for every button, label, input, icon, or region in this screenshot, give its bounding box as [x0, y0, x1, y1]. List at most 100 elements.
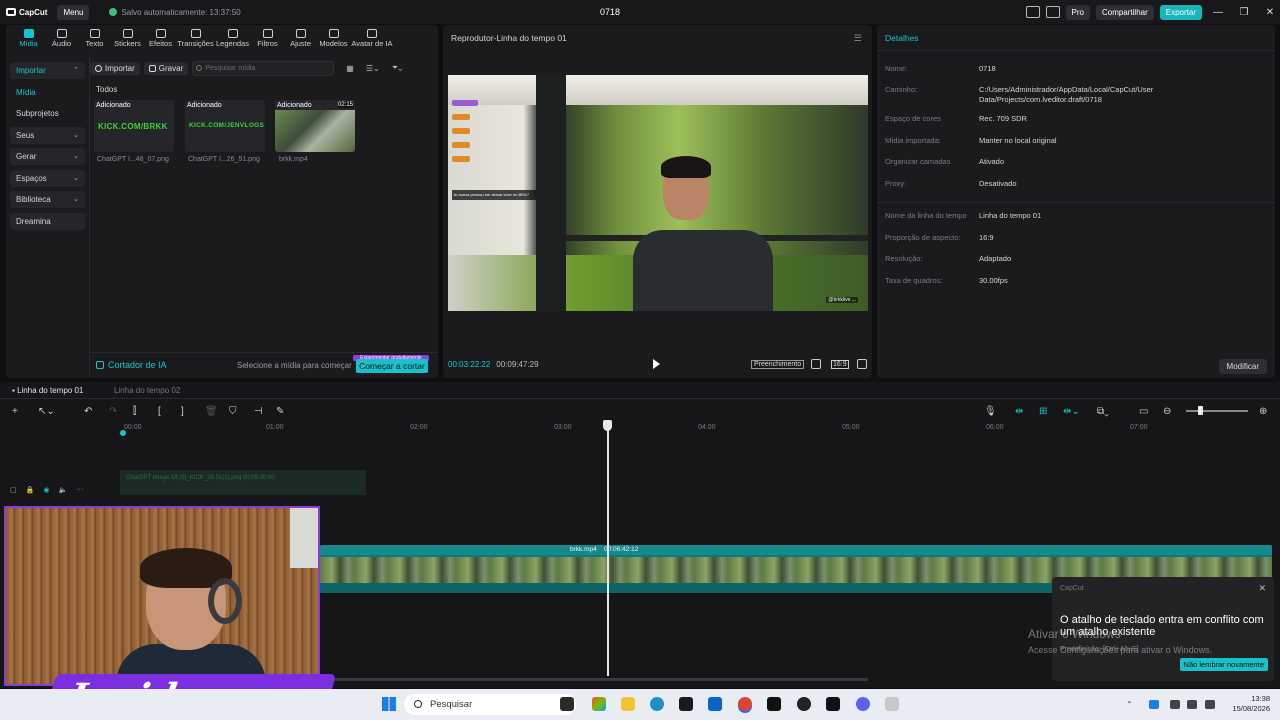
sidebar-item-generate[interactable]: Gerar ⌄ [10, 148, 85, 165]
capcut-taskbar-icon[interactable] [767, 697, 781, 711]
tab-ai-avatar[interactable]: Avatar de IA [350, 29, 394, 51]
shield-icon[interactable]: ⛉ [229, 406, 237, 417]
tab-text[interactable]: Texto [78, 29, 111, 51]
windows-start-icon[interactable] [382, 697, 396, 711]
sort-icon[interactable]: ☰⌄ [366, 64, 380, 73]
trim-right-icon[interactable]: ] [181, 406, 184, 417]
media-item[interactable]: Adicionado KICK.COM/BRKK [94, 100, 174, 152]
start-cutting-button[interactable]: Começar a cortar [356, 359, 428, 373]
eye-icon[interactable]: ◉ [43, 486, 49, 494]
zoom-in-icon[interactable]: ⊕ [1259, 406, 1267, 417]
modify-button[interactable]: Modificar [1218, 359, 1267, 374]
link-icon[interactable]: ⇹ [1015, 406, 1023, 417]
fill-mode-button[interactable]: Preenchimento [751, 360, 805, 369]
tab-adjust[interactable]: Ajuste [284, 29, 317, 51]
horizontal-scrollbar[interactable] [320, 678, 868, 681]
tab-filters[interactable]: Filtros [251, 29, 284, 51]
media-item[interactable]: Adicionado 02:15 [275, 100, 355, 152]
tab-timeline-02[interactable]: Linha do tempo 02 [114, 386, 180, 395]
wifi-icon[interactable] [1187, 700, 1197, 709]
tab-timeline-01[interactable]: ▪ Linha do tempo 01 [12, 386, 83, 395]
tab-media[interactable]: Mídia [12, 29, 45, 51]
focus-icon[interactable] [811, 359, 821, 369]
volume-icon[interactable] [1205, 700, 1215, 709]
dont-remind-button[interactable]: Não lembrar novamente [1179, 658, 1268, 671]
tab-audio[interactable]: Áudio [45, 29, 78, 51]
task-view-icon[interactable] [560, 697, 574, 711]
export-button[interactable]: Exportar [1159, 4, 1202, 20]
pro-button[interactable]: Pro [1065, 4, 1090, 20]
filter-icon[interactable]: ⏷⌄ [392, 63, 403, 73]
cover-icon[interactable]: ▢ [10, 486, 17, 494]
split-icon[interactable]: ⫿ [133, 406, 136, 417]
crop-icon[interactable]: ⊣ [254, 406, 263, 417]
sidebar-item-dreamina[interactable]: Dreamina [10, 212, 85, 230]
delete-icon[interactable]: 🗑 [205, 406, 218, 417]
shortcuts-icon[interactable] [1045, 6, 1060, 18]
chevron-up-icon[interactable]: ⌃ [1126, 700, 1136, 709]
microphone-icon[interactable]: 🎙 [984, 406, 997, 417]
menu-button[interactable]: Menu [57, 4, 90, 20]
select-cursor-icon[interactable]: ↖⌄ [38, 406, 55, 417]
zoom-out-icon[interactable]: ⊖ [1163, 406, 1171, 417]
trim-left-icon[interactable]: [ [158, 406, 161, 417]
lock-icon[interactable]: 🔒 [26, 486, 35, 494]
overlay-clip[interactable]: ChatGPT Image 18 (5)_KICK_26.51(1).png 0… [120, 470, 366, 495]
view-grid-icon[interactable]: ▦ [346, 64, 354, 73]
sidebar-item-spaces[interactable]: Espaços ⌄ [10, 169, 85, 187]
record-button[interactable]: Gravar [143, 61, 189, 75]
speaker-icon[interactable]: 🔈 [58, 486, 67, 494]
clock[interactable]: 13:38 15/08/2026 [1232, 694, 1270, 714]
play-icon[interactable] [653, 359, 660, 369]
zoom-slider-handle[interactable] [1198, 406, 1203, 415]
tab-stickers[interactable]: Stickers [111, 29, 144, 51]
file-explorer-icon[interactable] [621, 697, 635, 711]
store-icon[interactable] [679, 697, 693, 711]
zoom-slider[interactable] [1186, 410, 1248, 412]
playhead-handle[interactable] [603, 420, 612, 431]
redo-icon[interactable]: ↷ [109, 406, 117, 417]
caption-icon[interactable]: ▭ [1139, 406, 1148, 417]
add-icon[interactable]: + [12, 406, 18, 417]
close-icon[interactable]: ✕ [1258, 583, 1266, 594]
media-item[interactable]: Adicionado KICK.COM/JENVLOGS [185, 100, 265, 152]
ai-cutter-button[interactable]: Cortador de IA [96, 360, 167, 370]
layout-icon[interactable] [1025, 6, 1040, 18]
import-button[interactable]: Importar [90, 61, 140, 75]
edge-icon[interactable] [650, 697, 664, 711]
tab-effects[interactable]: Efeitos [144, 29, 177, 51]
tab-transitions[interactable]: Transições [177, 29, 214, 51]
video-preview[interactable]: tu nunca pensou em deixar viver no BRA? … [448, 75, 868, 311]
sidebar-item-media[interactable]: Mídia [10, 84, 85, 101]
capcut-window-icon[interactable] [826, 697, 840, 711]
onedrive-icon[interactable] [1149, 700, 1159, 709]
microphone-icon[interactable] [1170, 700, 1180, 709]
snap-icon[interactable]: ⇹⌄ [1063, 406, 1080, 417]
timeline-ruler[interactable]: 00:00 01:00 02:00 03:00 04:00 05:00 06:0… [120, 422, 1280, 434]
sidebar-item-library[interactable]: Biblioteca ⌄ [10, 191, 85, 208]
minimize-icon[interactable]: — [1208, 7, 1228, 18]
close-icon[interactable]: ✕ [1260, 7, 1280, 18]
copilot-icon[interactable] [592, 697, 606, 711]
magnet-icon[interactable]: ⊞ [1039, 406, 1047, 417]
sidebar-item-subprojects[interactable]: Subprojetos [10, 105, 85, 122]
sidebar-item-yours[interactable]: Seus ⌄ [10, 126, 85, 144]
maximize-icon[interactable]: ❐ [1234, 7, 1254, 18]
fullscreen-icon[interactable] [857, 359, 867, 369]
draw-icon[interactable]: ✎ [276, 406, 284, 417]
tab-captions[interactable]: Legendas [214, 29, 251, 51]
outlook-icon[interactable] [708, 697, 722, 711]
discord-icon[interactable] [856, 697, 870, 711]
undo-icon[interactable]: ↶ [84, 406, 92, 417]
app-icon[interactable] [885, 697, 899, 711]
tab-templates[interactable]: Modelos [317, 29, 350, 51]
sidebar-item-import[interactable]: Importar ⌃ [10, 62, 85, 79]
chrome-icon[interactable] [738, 697, 752, 711]
playhead[interactable] [607, 422, 609, 676]
more-icon[interactable]: ··· [76, 486, 83, 494]
obs-icon[interactable] [797, 697, 811, 711]
aspect-ratio-button[interactable]: 16:9 [831, 360, 849, 369]
taskbar-search[interactable]: Pesquisar [404, 694, 576, 715]
share-button[interactable]: Compartilhar [1095, 4, 1154, 20]
search-input[interactable]: Pesquisar mídia [192, 60, 335, 76]
